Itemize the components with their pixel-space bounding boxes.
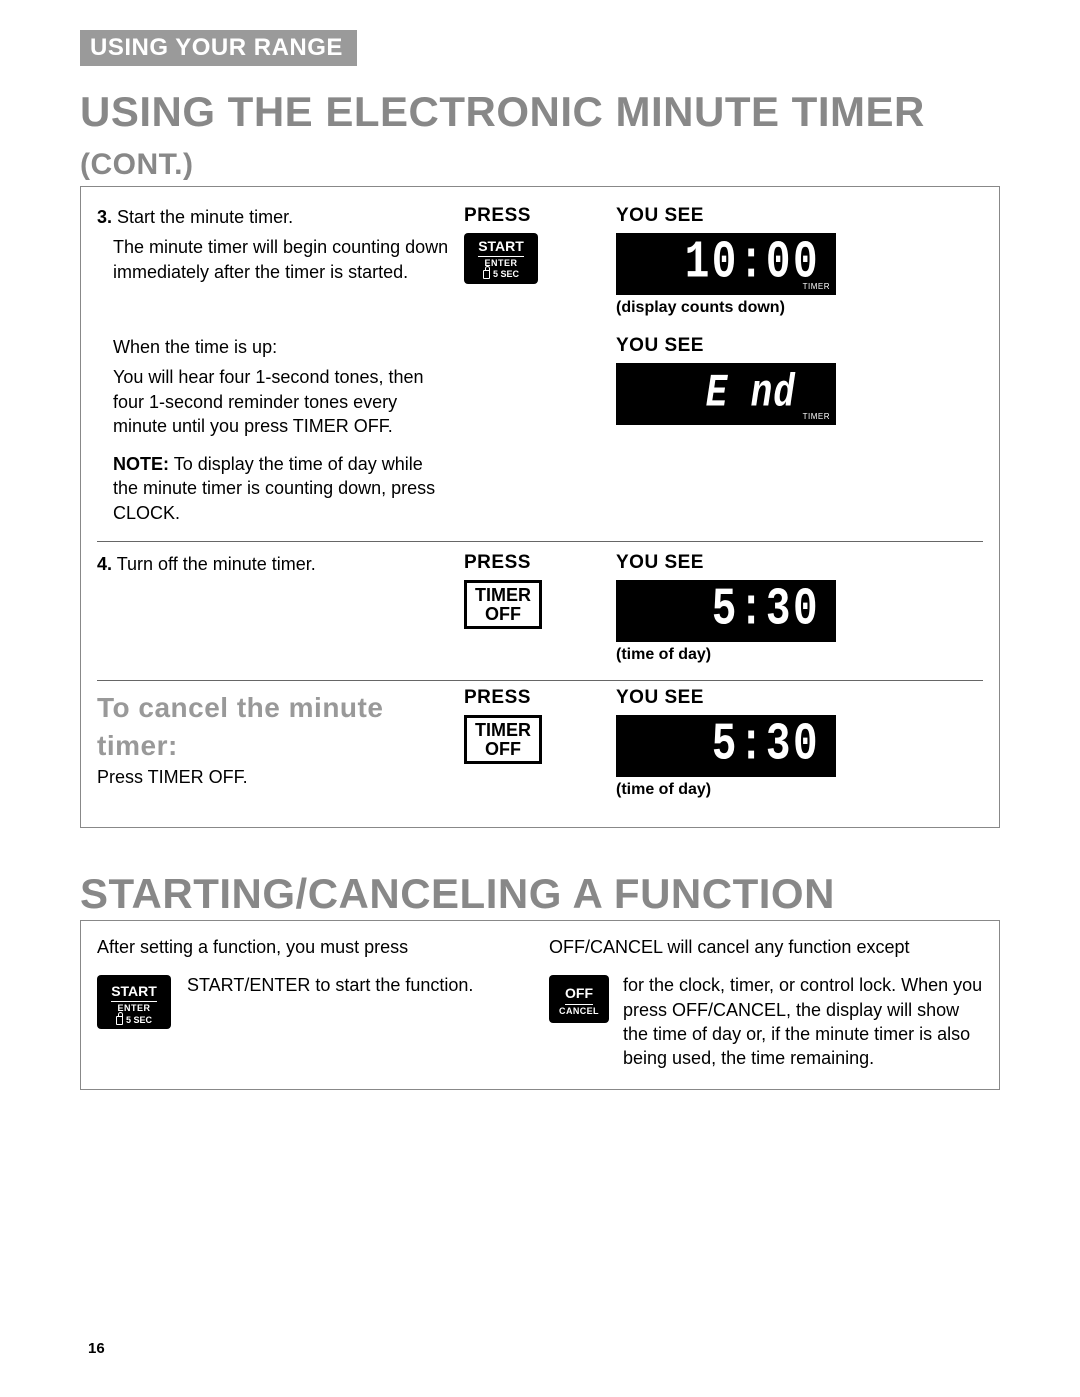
step-4-press-col: PRESS TIMER OFF xyxy=(464,552,604,629)
timer-off-l1: TIMER xyxy=(467,586,539,605)
step-3-desc: The minute timer will begin counting dow… xyxy=(97,235,452,284)
panel2-left: After setting a function, you must press… xyxy=(97,935,531,1070)
press-label-3: PRESS xyxy=(464,687,604,709)
panel2-right: OFF/CANCEL will cancel any function exce… xyxy=(549,935,983,1070)
lcd-display-end: E nd TIMER xyxy=(616,363,836,425)
panel-minute-timer: 3. Start the minute timer. The minute ti… xyxy=(80,186,1000,828)
step-4-row: 4. Turn off the minute timer. PRESS TIME… xyxy=(97,544,983,674)
note-label: NOTE: xyxy=(113,454,169,474)
step-3-press-col: PRESS START ENTER 5 SEC xyxy=(464,205,604,284)
timer-off-2-l1: TIMER xyxy=(467,721,539,740)
start-button-l3: 5 SEC xyxy=(464,270,538,279)
start-button-l1: START xyxy=(478,239,524,257)
lcd-display-countdown: 10:00 TIMER xyxy=(616,233,836,295)
panel-start-cancel: After setting a function, you must press… xyxy=(80,920,1000,1089)
panel2-right-intro: OFF/CANCEL will cancel any function exce… xyxy=(549,935,909,959)
lcd-tag: TIMER xyxy=(803,282,830,291)
press-label-2: PRESS xyxy=(464,552,604,574)
you-see-label: YOU SEE xyxy=(616,205,983,227)
cancel-instructions: To cancel the minute timer: Press TIMER … xyxy=(97,687,452,789)
start-button-l2: ENTER xyxy=(464,259,538,268)
timer-off-button[interactable]: TIMER OFF xyxy=(464,580,542,629)
step-4-instructions: 4. Turn off the minute timer. xyxy=(97,552,452,576)
start-button-l3-text: 5 SEC xyxy=(493,270,519,279)
you-see-label-4: YOU SEE xyxy=(616,687,983,709)
you-see-label-3: YOU SEE xyxy=(616,552,983,574)
step-3b-see-col: YOU SEE E nd TIMER xyxy=(616,335,983,425)
cancel-heading: To cancel the minute timer: xyxy=(97,689,452,765)
off-cancel-l2: CANCEL xyxy=(549,1007,609,1017)
step-3-row: 3. Start the minute timer. The minute ti… xyxy=(97,197,983,327)
step-3-title: Start the minute timer. xyxy=(117,207,293,227)
heading-minute-timer: USING THE ELECTRONIC MINUTE TIMER (CONT.… xyxy=(80,88,1000,184)
panel2-right-rest: for the clock, timer, or control lock. W… xyxy=(623,973,983,1070)
cancel-press-col: PRESS TIMER OFF xyxy=(464,687,604,764)
heading-sub: (CONT.) xyxy=(80,148,193,181)
divider-2 xyxy=(97,680,983,681)
lcd-display-time1: 5:30 xyxy=(616,580,836,642)
lock-icon-2 xyxy=(116,1016,123,1025)
start-button-2-l2: ENTER xyxy=(97,1004,171,1013)
panel2-left-intro: After setting a function, you must press xyxy=(97,935,408,959)
lcd-tag-end: TIMER xyxy=(803,412,830,421)
start-button-2-l1: START xyxy=(111,984,157,1002)
lcd-caption-time1: (time of day) xyxy=(616,646,983,664)
cancel-text: Press TIMER OFF. xyxy=(97,765,452,789)
section-tab: USING YOUR RANGE xyxy=(80,30,357,66)
lcd-caption: (display counts down) xyxy=(616,299,983,317)
when-up-desc: You will hear four 1-second tones, then … xyxy=(97,365,452,438)
lcd-value: 10:00 xyxy=(685,234,820,294)
step-3b-instructions: When the time is up: You will hear four … xyxy=(97,335,452,525)
lcd-value-time1: 5:30 xyxy=(712,581,820,641)
heading-main: USING THE ELECTRONIC MINUTE TIMER xyxy=(80,88,925,135)
lcd-display-time2: 5:30 xyxy=(616,715,836,777)
timer-off-2-l2: OFF xyxy=(467,740,539,759)
step-4-title: Turn off the minute timer. xyxy=(117,554,316,574)
step-4-number: 4. xyxy=(97,554,112,574)
start-button[interactable]: START ENTER 5 SEC xyxy=(464,233,538,284)
off-cancel-button[interactable]: OFF CANCEL xyxy=(549,975,609,1022)
step-3-number: 3. xyxy=(97,207,112,227)
heading-start-cancel: STARTING/CANCELING A FUNCTION xyxy=(80,870,1000,918)
cancel-see-col: YOU SEE 5:30 (time of day) xyxy=(616,687,983,799)
lcd-value-end: E nd xyxy=(706,368,796,421)
start-button-2[interactable]: START ENTER 5 SEC xyxy=(97,975,171,1029)
you-see-label-2: YOU SEE xyxy=(616,335,983,357)
lock-icon xyxy=(483,270,490,279)
when-up-title: When the time is up: xyxy=(97,335,452,359)
off-cancel-l1: OFF xyxy=(565,986,593,1004)
start-button-2-l3-text: 5 SEC xyxy=(126,1016,152,1025)
step-3-see-col: YOU SEE 10:00 TIMER (display counts down… xyxy=(616,205,983,317)
lcd-caption-time2: (time of day) xyxy=(616,781,983,799)
press-label: PRESS xyxy=(464,205,604,227)
page-number: 16 xyxy=(88,1340,105,1357)
divider xyxy=(97,541,983,542)
step-3-instructions: 3. Start the minute timer. The minute ti… xyxy=(97,205,452,284)
timer-off-l2: OFF xyxy=(467,605,539,624)
start-button-2-l3: 5 SEC xyxy=(97,1016,171,1025)
panel2-left-rest: START/ENTER to start the function. xyxy=(187,973,473,997)
step-4-see-col: YOU SEE 5:30 (time of day) xyxy=(616,552,983,664)
lcd-value-time2: 5:30 xyxy=(712,716,820,776)
step-3b-row: When the time is up: You will hear four … xyxy=(97,327,983,535)
cancel-row: To cancel the minute timer: Press TIMER … xyxy=(97,683,983,809)
timer-off-button-2[interactable]: TIMER OFF xyxy=(464,715,542,764)
